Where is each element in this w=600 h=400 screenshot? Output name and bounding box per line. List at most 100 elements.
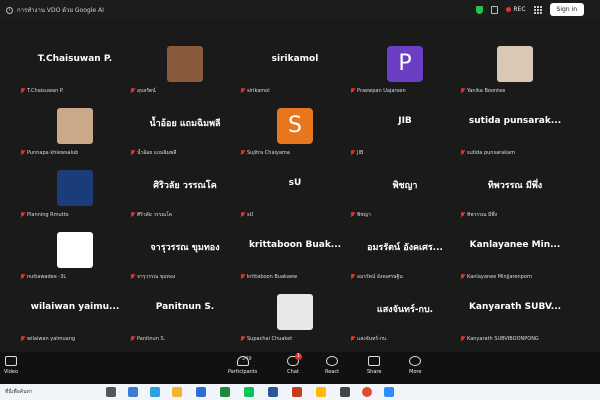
- participant-name-label: JIB: [350, 149, 363, 157]
- shield-icon[interactable]: [476, 5, 484, 14]
- participant-name: wilaiwan yaimuang: [27, 336, 76, 342]
- participant-name: Kanyarath SUBVIBOONPONG: [467, 336, 539, 342]
- muted-mic-icon: [350, 212, 355, 218]
- participant-name-label: Supachai Chuaket: [240, 335, 292, 343]
- more-button[interactable]: More: [409, 356, 421, 375]
- participant-tile[interactable]: wilaiwan yaimu... wilaiwan yaimuang: [20, 288, 130, 344]
- participant-tile[interactable]: Kanyarath SUBV... Kanyarath SUBVIBOONPONG: [460, 288, 570, 344]
- file-explorer-icon[interactable]: [172, 387, 182, 397]
- participant-name-label: wilaiwan yaimuang: [20, 335, 75, 343]
- participant-name: T.Chaisuwan P.: [27, 88, 64, 94]
- participant-tile[interactable]: Punnapa khiewsalub: [20, 102, 130, 158]
- edge-icon[interactable]: [128, 387, 138, 397]
- participant-display-name: ศิริวลัย วรรณโค: [153, 181, 217, 191]
- video-camera-icon: [5, 356, 17, 366]
- participant-tile[interactable]: Supachai Chuaket: [240, 288, 350, 344]
- participant-display-name: krittaboon Buak...: [248, 240, 342, 250]
- participant-name-label: Yanika Boontee: [460, 87, 505, 95]
- muted-mic-icon: [240, 212, 245, 218]
- participant-display-name: ทิพวรรณ มีพึ่ง: [487, 181, 543, 191]
- participant-name-label: Kanlayanee Minjjarenporn: [460, 273, 532, 281]
- participant-tile[interactable]: T.Chaisuwan P. T.Chaisuwan P.: [20, 40, 130, 96]
- participant-display-name: sirikamol: [271, 54, 319, 64]
- participant-tile[interactable]: nuttawadee -3L: [20, 226, 130, 282]
- participant-tile[interactable]: ศิริวลัย วรรณโค ศิริวลัย วรรณโค: [130, 164, 240, 220]
- sign-in-button[interactable]: Sign in: [549, 3, 584, 16]
- participant-name: Sujitra Chaiyama: [247, 150, 290, 156]
- participant-tile[interactable]: sirikamol sirikamol: [240, 40, 350, 96]
- participants-button[interactable]: 249 Participants: [228, 356, 257, 375]
- participant-name-label: Punnapa khiewsalub: [20, 149, 78, 157]
- participant-name: Supachai Chuaket: [247, 336, 293, 342]
- participant-name: JIB: [357, 150, 364, 156]
- participant-name-label: ศิริวลัย วรรณโค: [130, 211, 172, 219]
- participant-tile[interactable]: อุบลรัตน์: [130, 40, 240, 96]
- grid-view-icon[interactable]: [533, 5, 542, 14]
- participant-tile[interactable]: ทิพวรรณ มีพึ่ง ทิพวรรณ มีพึ่ง: [460, 164, 570, 220]
- participant-tile[interactable]: แสงจันทร์-กบ. แสงจันทร์-กบ.: [350, 288, 460, 344]
- outlook-icon[interactable]: [268, 387, 278, 397]
- participant-display-name: wilaiwan yaimu...: [30, 302, 120, 312]
- chat-button[interactable]: 1 Chat: [287, 353, 302, 375]
- document-icon[interactable]: [491, 5, 499, 14]
- browser-icon[interactable]: [150, 387, 160, 397]
- participant-tile[interactable]: krittaboon Buak... krittaboon Buakaew: [240, 226, 350, 282]
- muted-mic-icon: [130, 150, 135, 156]
- participant-name-label: nuttawadee -3L: [20, 273, 66, 281]
- chat-badge: 1: [295, 353, 302, 360]
- participant-tile[interactable]: sutida punsarak... sutida punsarakam: [460, 102, 570, 158]
- muted-mic-icon: [130, 274, 135, 280]
- powerpoint-icon[interactable]: [292, 387, 302, 397]
- participant-tile[interactable]: S Sujitra Chaiyama: [240, 102, 350, 158]
- muted-mic-icon: [20, 88, 25, 94]
- participant-display-name: อมรรัตน์ อังคเศร...: [367, 243, 443, 253]
- participant-tile[interactable]: น้ำอ้อย แถมฉิมพลี น้ำอ้อย แถมฉิมพลี: [130, 102, 240, 158]
- muted-mic-icon: [20, 336, 25, 342]
- react-label: React: [325, 369, 340, 375]
- excel-icon[interactable]: [220, 387, 230, 397]
- taskbar-search[interactable]: ที่นี่เพื่อค้นหา: [2, 386, 90, 398]
- chat-icon: 1: [287, 353, 302, 366]
- participant-tile[interactable]: Planning Rmutto: [20, 164, 130, 220]
- recording-indicator[interactable]: REC: [506, 6, 526, 13]
- folder-icon[interactable]: [316, 387, 326, 397]
- windows-taskbar: ที่นี่เพื่อค้นหา: [0, 384, 600, 400]
- muted-mic-icon: [350, 150, 355, 156]
- search-placeholder: ที่นี่เพื่อค้นหา: [5, 389, 33, 395]
- participant-name-label: Kanyarath SUBVIBOONPONG: [460, 335, 539, 343]
- participant-tile[interactable]: P Praewpan Uajaroen: [350, 40, 460, 96]
- participant-tile[interactable]: พิชญา พิชญา: [350, 164, 460, 220]
- participant-name: sU: [247, 212, 254, 218]
- share-button[interactable]: Share: [367, 356, 381, 375]
- participant-name-label: sutida punsarakam: [460, 149, 515, 157]
- video-button[interactable]: Video: [4, 356, 18, 375]
- chrome-icon[interactable]: [362, 387, 372, 397]
- react-button[interactable]: React: [325, 356, 339, 375]
- participant-tile[interactable]: Kanlayanee Min... Kanlayanee Minjjarenpor…: [460, 226, 570, 282]
- muted-mic-icon: [130, 212, 135, 218]
- participant-name-label: sU: [240, 211, 253, 219]
- meeting-title: การทำงาน VDO ด้วย Google AI: [17, 7, 104, 14]
- chat-label: Chat: [287, 369, 299, 375]
- zoom-icon[interactable]: [384, 387, 394, 397]
- muted-mic-icon: [350, 88, 355, 94]
- participant-name-label: จารุวรรณ ขุมทอง: [130, 273, 175, 281]
- participant-logo: [57, 232, 93, 268]
- participant-name-label: อมรรัตน์ อังคเศรษฐิน: [350, 273, 403, 281]
- participant-tile[interactable]: sU sU: [240, 164, 350, 220]
- line-icon[interactable]: [244, 387, 254, 397]
- participant-tile[interactable]: อมรรัตน์ อังคเศร... อมรรัตน์ อังคเศรษฐิน: [350, 226, 460, 282]
- participant-tile[interactable]: จารุวรรณ ขุมทอง จารุวรรณ ขุมทอง: [130, 226, 240, 282]
- participant-tile[interactable]: JIB JIB: [350, 102, 460, 158]
- participants-label: Participants: [228, 369, 258, 375]
- word-icon[interactable]: [196, 387, 206, 397]
- participant-name-label: พิชญา: [350, 211, 371, 219]
- store-icon[interactable]: [340, 387, 350, 397]
- muted-mic-icon: [130, 88, 135, 94]
- participant-tile[interactable]: Panitnun S. Panitnun S.: [130, 288, 240, 344]
- participant-name: krittaboon Buakaew: [247, 274, 298, 280]
- task-view-icon[interactable]: [106, 387, 116, 397]
- info-icon[interactable]: i: [6, 6, 13, 14]
- participant-tile[interactable]: Yanika Boontee: [460, 40, 570, 96]
- muted-mic-icon: [240, 336, 245, 342]
